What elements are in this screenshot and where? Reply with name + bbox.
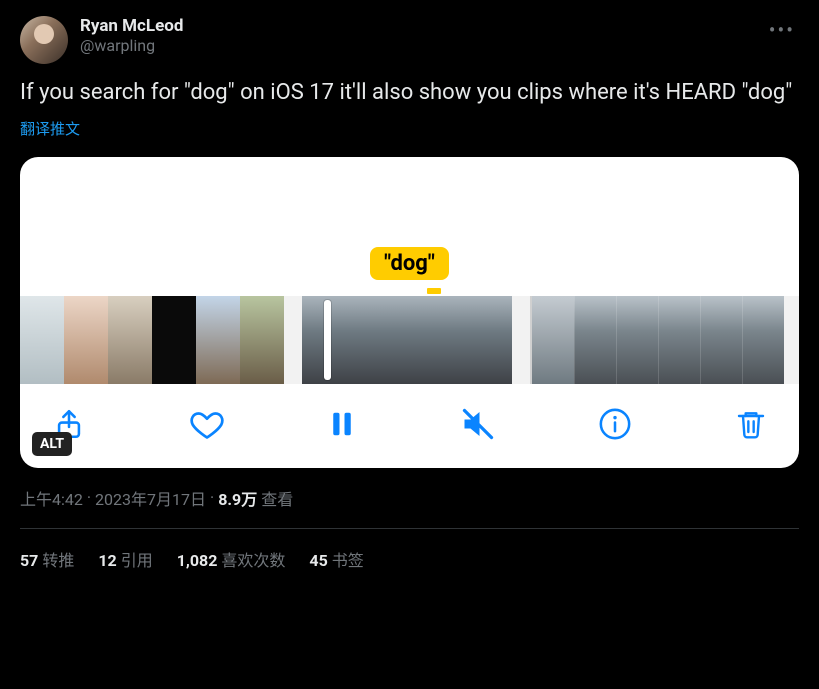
author-handle[interactable]: @warpling [80, 36, 753, 55]
more-icon: ••• [769, 18, 795, 42]
stat-likes[interactable]: 1,082喜欢次数 [177, 547, 286, 571]
meta-sep: · [210, 488, 214, 507]
tweet-meta: 上午4:42 · 2023年7月17日 · 8.9万 查看 [20, 486, 799, 510]
tweet-time[interactable]: 上午4:42 [20, 486, 83, 510]
thumb [20, 296, 64, 384]
tweet-header: Ryan McLeod @warpling ••• [20, 16, 799, 64]
author-names: Ryan McLeod @warpling [80, 16, 753, 55]
likes-count: 1,082 [177, 551, 218, 570]
media-spacer [20, 157, 799, 247]
thumb [742, 296, 784, 384]
thumb [196, 296, 240, 384]
views-count[interactable]: 8.9万 [218, 486, 257, 510]
thumb [108, 296, 152, 384]
author-display-name[interactable]: Ryan McLeod [80, 16, 753, 36]
tweet-container: Ryan McLeod @warpling ••• If you search … [0, 0, 819, 571]
thumb [574, 296, 616, 384]
trash-icon[interactable] [735, 407, 767, 441]
tweet-date[interactable]: 2023年7月17日 [95, 486, 206, 510]
thumb [700, 296, 742, 384]
media-attachment: "dog" [20, 157, 799, 468]
thumb [372, 296, 442, 384]
heart-icon[interactable] [189, 406, 225, 442]
mute-icon[interactable] [460, 406, 496, 442]
caption-pill: "dog" [370, 247, 449, 280]
tweet-body: If you search for "dog" on iOS 17 it'll … [20, 78, 799, 108]
stat-bookmarks[interactable]: 45 书签 [309, 547, 363, 571]
thumb [442, 296, 512, 384]
tweet-stats: 57转推 12 引用 1,082喜欢次数 45 书签 [20, 529, 799, 571]
stat-quotes[interactable]: 12 引用 [98, 547, 152, 571]
media-card[interactable]: "dog" [20, 157, 799, 468]
video-timeline[interactable] [20, 296, 799, 384]
views-label: 查看 [261, 486, 293, 510]
retweets-label: 转推 [42, 551, 74, 570]
thumb [240, 296, 284, 384]
clip-group-3[interactable] [530, 296, 784, 384]
thumb [658, 296, 700, 384]
thumb [302, 296, 372, 384]
thumb [64, 296, 108, 384]
thumb [152, 296, 196, 384]
avatar[interactable] [20, 16, 68, 64]
retweets-count: 57 [20, 551, 38, 570]
media-toolbar [20, 384, 799, 468]
thumb [532, 296, 574, 384]
bookmarks-count: 45 [309, 551, 327, 570]
meta-sep: · [87, 488, 91, 507]
caption-tick [427, 288, 441, 294]
translate-link[interactable]: 翻译推文 [20, 118, 799, 139]
bookmarks-label: 书签 [332, 551, 364, 570]
clip-group-2[interactable] [302, 296, 512, 384]
caption-label: "dog" [370, 247, 449, 280]
more-button[interactable]: ••• [765, 16, 799, 44]
likes-label: 喜欢次数 [221, 551, 285, 570]
caption-label-row: "dog" [20, 247, 799, 288]
clip-group-1[interactable] [20, 296, 284, 384]
alt-badge[interactable]: ALT [32, 432, 72, 456]
info-icon[interactable] [598, 407, 632, 441]
thumb [616, 296, 658, 384]
playhead[interactable] [324, 300, 331, 380]
pause-icon[interactable] [327, 407, 357, 441]
quotes-count: 12 [98, 551, 116, 570]
quotes-label: 引用 [121, 551, 153, 570]
stat-retweets[interactable]: 57转推 [20, 547, 74, 571]
